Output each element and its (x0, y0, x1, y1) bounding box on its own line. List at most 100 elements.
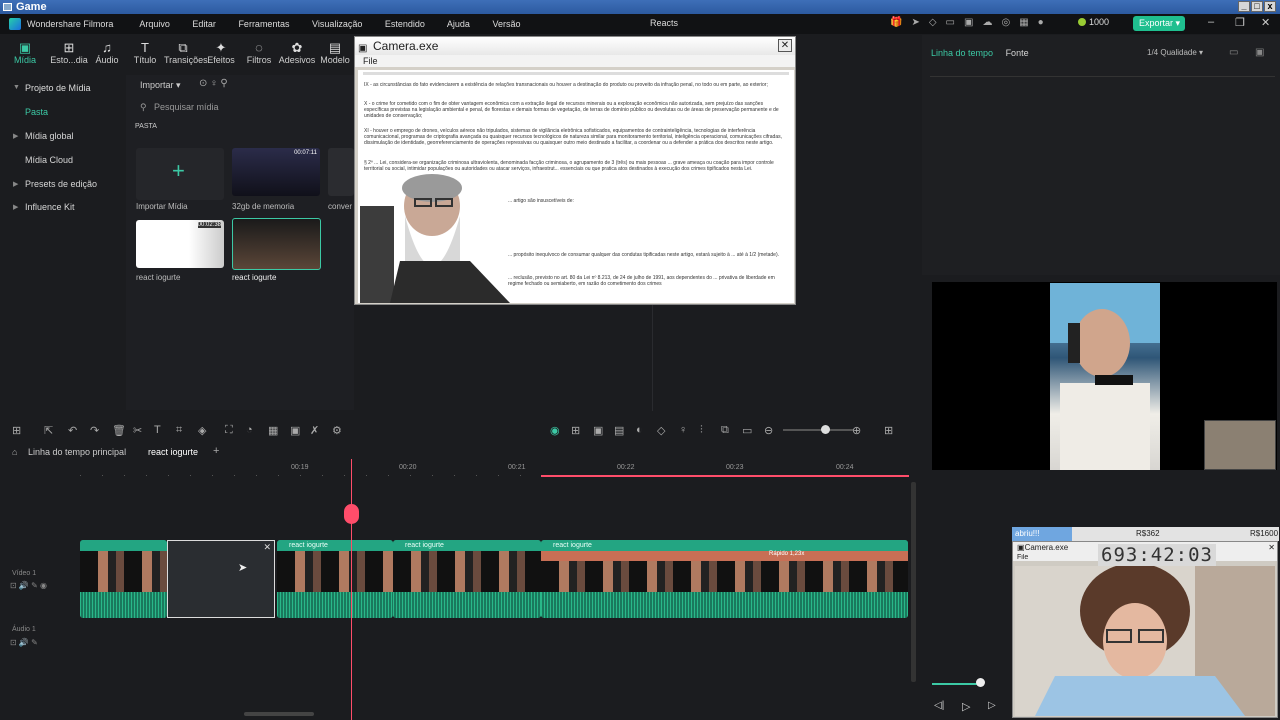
zoom-out-icon[interactable]: ⊖ (764, 424, 773, 437)
sidebar-item-cloud[interactable]: Mídia Cloud (25, 155, 73, 165)
horizontal-scrollbar[interactable] (244, 712, 314, 716)
video-clip[interactable]: react iogurte Rápido 1,23x (541, 540, 908, 618)
playhead-handle[interactable] (344, 504, 359, 524)
close-button[interactable]: x (1264, 1, 1276, 12)
media-thumb[interactable]: 00:07:11 (232, 148, 320, 196)
more-icon[interactable]: ⚙ (332, 424, 342, 437)
video-clip[interactable] (80, 540, 167, 618)
snapshot-icon[interactable]: ▣ (1255, 47, 1264, 58)
prev-frame-icon[interactable]: ◁| (934, 700, 944, 711)
selected-gap[interactable]: ✕ ➤ (167, 540, 275, 618)
tab-midia[interactable]: ▣ Mídia (0, 34, 50, 74)
tab-linha-do-tempo[interactable]: Linha do tempo (931, 48, 993, 58)
close-icon[interactable]: ✕ (1268, 542, 1275, 554)
zoom-knob[interactable] (821, 425, 830, 434)
media-thumb[interactable]: 00:02:38 (136, 220, 224, 268)
maximize-button[interactable]: □ (1251, 1, 1263, 12)
ai-tools-icon[interactable]: ✗ (310, 424, 319, 437)
mark-icon[interactable]: ◐ (636, 424, 643, 436)
track-controls-icon[interactable]: ⊡ 🔊 ✎ ◉ (10, 581, 47, 590)
grid-icon[interactable]: ▦ (1019, 17, 1028, 28)
video-clip[interactable]: react iogurte (277, 540, 393, 618)
zoom-slider[interactable] (783, 429, 853, 431)
text-icon[interactable]: T (154, 424, 161, 436)
volume-knob[interactable] (976, 678, 985, 687)
send-icon[interactable]: ➤ (911, 17, 919, 28)
bulb-icon[interactable]: ◇ (929, 17, 937, 28)
sidebar-item-pasta[interactable]: Pasta (25, 107, 48, 117)
mic-icon[interactable]: ♀ (679, 424, 687, 436)
snapshot-icon[interactable]: ▣ (593, 424, 603, 437)
window-minimize-icon[interactable]: – (1208, 16, 1214, 28)
speed-icon[interactable]: ◔ (246, 424, 253, 436)
file-menu[interactable]: File (355, 55, 795, 67)
close-icon[interactable]: ✕ (263, 542, 271, 553)
tab-main-timeline[interactable]: Linha do tempo principal (28, 447, 126, 457)
tab-fonte[interactable]: Fonte (1006, 48, 1029, 58)
tab-audio[interactable]: ♫ Áudio (88, 34, 126, 74)
sidebar-item-presets[interactable]: Presets de edição (25, 179, 97, 189)
menu-editar[interactable]: Editar (192, 19, 216, 29)
tab-modelo[interactable]: ▤ Modelo (316, 34, 354, 74)
window-restore-icon[interactable]: ❐ (1235, 16, 1245, 29)
subtitle-icon[interactable]: ▭ (742, 424, 752, 437)
tab-transicoes[interactable]: ⧉ Transições (164, 34, 208, 74)
tab-efeitos[interactable]: ✦ Efeitos (202, 34, 240, 74)
menu-visualizacao[interactable]: Visualização (312, 19, 362, 29)
tag-icon[interactable]: ◈ (198, 424, 206, 437)
volume-slider[interactable] (932, 683, 982, 685)
tab-stock[interactable]: ⊞ Esto...dia (50, 34, 88, 74)
import-media-tile[interactable]: + (136, 148, 224, 200)
ai-copilot-icon[interactable]: ◉ (550, 424, 560, 437)
render-icon[interactable]: ⊞ (571, 424, 580, 437)
menu-arquivo[interactable]: Arquivo (139, 19, 170, 29)
window-close-icon[interactable]: ✕ (1261, 16, 1270, 29)
shield-icon[interactable]: ◇ (657, 424, 665, 437)
export-button[interactable]: Exportar ▾ (1133, 16, 1185, 31)
quality-select[interactable]: 1/4 Qualidade ▾ (1147, 48, 1203, 57)
stabilize-icon[interactable]: ▦ (268, 424, 278, 437)
replace-icon[interactable]: ⧉ (721, 424, 729, 437)
track-controls-icon[interactable]: ⊡ 🔊 ✎ (10, 638, 38, 647)
freeze-icon[interactable]: ▣ (290, 424, 300, 437)
grid-icon[interactable]: ⊞ (884, 424, 893, 437)
monitor-icon[interactable]: ▭ (946, 17, 955, 28)
tab-filtros[interactable]: ◌ Filtros (240, 34, 278, 74)
media-thumb[interactable] (328, 148, 354, 196)
split-icon[interactable]: ✂ (133, 424, 142, 437)
mixer-icon[interactable]: ⫶ (700, 424, 703, 437)
menu-estendido[interactable]: Estendido (385, 19, 425, 29)
sidebar-item-projeto[interactable]: Projeto de Mídia (25, 83, 91, 93)
tab-titulo[interactable]: T Título (126, 34, 164, 74)
ai-icon[interactable]: ⛶ (225, 424, 233, 437)
playhead[interactable] (351, 459, 352, 720)
record-icon[interactable]: ⊙ ♀ ⚲ (199, 78, 228, 89)
close-icon[interactable]: ✕ (778, 39, 792, 52)
display-icon[interactable]: ▭ (1229, 47, 1238, 58)
vertical-scrollbar[interactable] (911, 482, 916, 682)
menu-versao[interactable]: Versão (492, 19, 520, 29)
media-thumb-selected[interactable] (232, 218, 321, 270)
import-button[interactable]: Importar ▾ (136, 78, 186, 93)
tab-react-iogurte[interactable]: react iogurte (148, 447, 198, 457)
credits-counter[interactable]: 1000 (1078, 17, 1109, 27)
crop-icon[interactable]: ⌗ (176, 424, 182, 437)
avatar[interactable]: ● (1038, 17, 1044, 28)
next-frame-icon[interactable]: ▷ (988, 700, 996, 711)
camera-window-2[interactable]: ▣Camera.exe ✕ File 693:42:03 (1012, 541, 1278, 718)
video-clip[interactable]: react iogurte (393, 540, 541, 618)
undo-icon[interactable]: ↶ (68, 424, 77, 437)
tab-adesivos[interactable]: ✿ Adesivos (278, 34, 316, 74)
play-icon[interactable]: ▷ (962, 700, 970, 713)
add-tab-icon[interactable]: + (213, 445, 219, 457)
minimize-button[interactable]: _ (1238, 1, 1250, 12)
search-input[interactable]: ⚲ Pesquisar mídia (138, 99, 352, 115)
save-icon[interactable]: ▣ (964, 17, 973, 28)
delete-icon[interactable]: 🗑 (112, 424, 126, 437)
layout-icon[interactable]: ⊞ (12, 424, 21, 437)
redo-icon[interactable]: ↷ (90, 424, 99, 437)
screen-icon[interactable]: ▤ (614, 424, 624, 437)
headset-icon[interactable]: ◎ (1001, 17, 1010, 28)
cloud-icon[interactable]: ☁ (982, 17, 992, 28)
sidebar-item-global[interactable]: Mídia global (25, 131, 74, 141)
